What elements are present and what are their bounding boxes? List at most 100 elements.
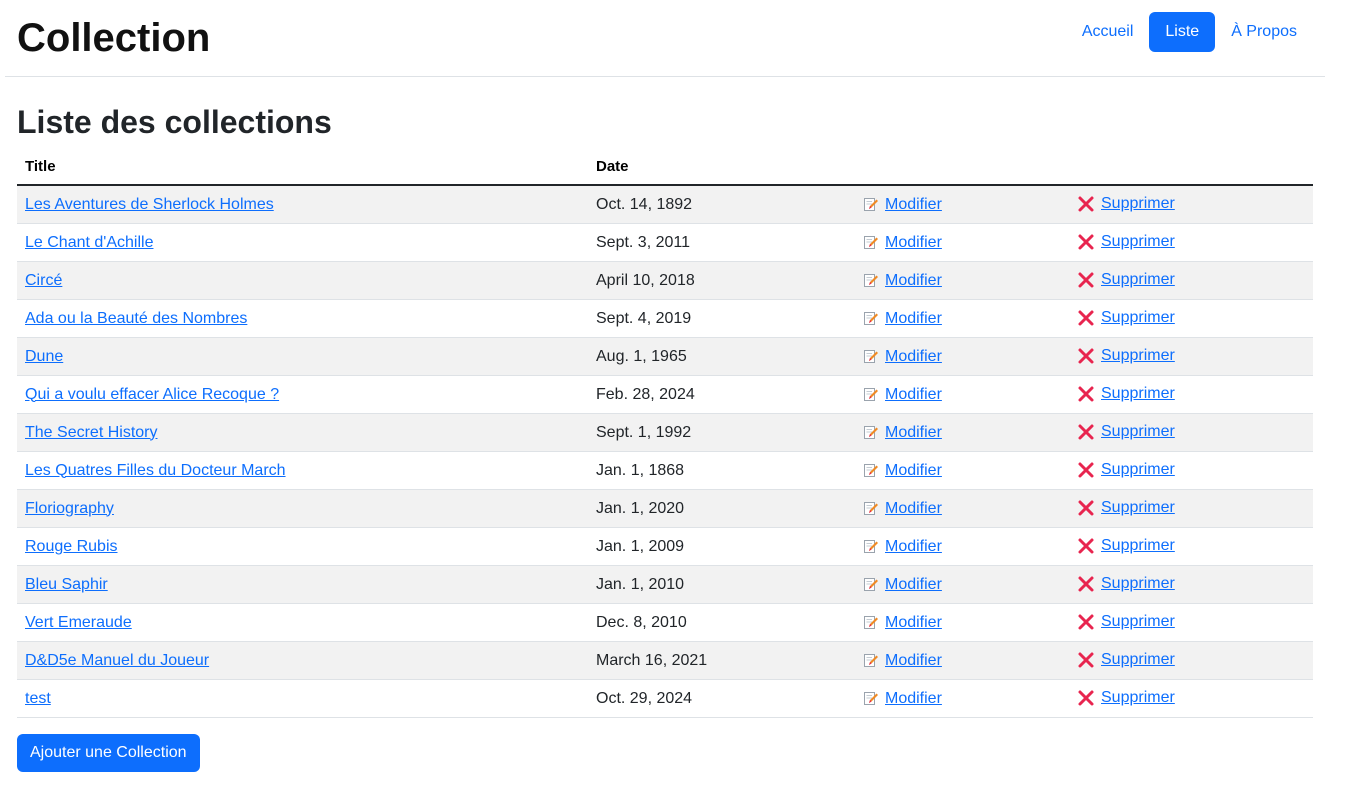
cell-edit: Modifier — [855, 413, 1069, 452]
nav-a-propos[interactable]: À Propos — [1215, 12, 1313, 52]
cell-delete: Supprimer — [1069, 451, 1313, 490]
modifier-link[interactable]: Modifier — [885, 614, 942, 632]
table-row: Le Chant d'Achille Sept. 3, 2011 Modifier S… — [17, 223, 1313, 262]
cell-delete: Supprimer — [1069, 413, 1313, 452]
pencil-edit-icon — [863, 462, 879, 480]
modifier-link[interactable]: Modifier — [885, 272, 942, 290]
column-header-delete — [1069, 148, 1313, 186]
supprimer-link[interactable]: Supprimer — [1101, 385, 1175, 403]
cell-title: Dune — [17, 337, 588, 376]
cell-edit: Modifier — [855, 489, 1069, 528]
pencil-edit-icon — [863, 538, 879, 556]
supprimer-link[interactable]: Supprimer — [1101, 233, 1175, 251]
modifier-link[interactable]: Modifier — [885, 196, 942, 214]
supprimer-link[interactable]: Supprimer — [1101, 347, 1175, 365]
table-row: The Secret History Sept. 1, 1992 Modifier S… — [17, 413, 1313, 452]
collection-title-link[interactable]: Dune — [25, 348, 63, 365]
supprimer-link[interactable]: Supprimer — [1101, 689, 1175, 707]
cell-date: April 10, 2018 — [588, 261, 855, 300]
modifier-link[interactable]: Modifier — [885, 234, 942, 252]
collection-title-link[interactable]: D&D5e Manuel du Joueur — [25, 652, 209, 669]
cell-date: Aug. 1, 1965 — [588, 337, 855, 376]
cell-title: test — [17, 679, 588, 718]
modifier-link[interactable]: Modifier — [885, 652, 942, 670]
modifier-link[interactable]: Modifier — [885, 690, 942, 708]
cell-title: Qui a voulu effacer Alice Recoque ? — [17, 375, 588, 414]
table-row: Vert Emeraude Dec. 8, 2010 Modifier Supprim… — [17, 603, 1313, 642]
red-cross-icon — [1077, 233, 1095, 251]
supprimer-link[interactable]: Supprimer — [1101, 195, 1175, 213]
cell-title: Floriography — [17, 489, 588, 528]
cell-delete: Supprimer — [1069, 489, 1313, 528]
cell-edit: Modifier — [855, 261, 1069, 300]
collection-title-link[interactable]: The Secret History — [25, 424, 157, 441]
modifier-link[interactable]: Modifier — [885, 348, 942, 366]
site-brand[interactable]: Collection — [17, 12, 210, 64]
cell-edit: Modifier — [855, 185, 1069, 224]
column-header-title: Title — [17, 148, 588, 186]
supprimer-link[interactable]: Supprimer — [1101, 309, 1175, 327]
red-cross-icon — [1077, 613, 1095, 631]
collection-title-link[interactable]: Ada ou la Beauté des Nombres — [25, 310, 247, 327]
modifier-link[interactable]: Modifier — [885, 500, 942, 518]
red-cross-icon — [1077, 271, 1095, 289]
collection-title-link[interactable]: Les Aventures de Sherlock Holmes — [25, 196, 274, 213]
cell-edit: Modifier — [855, 299, 1069, 338]
cell-edit: Modifier — [855, 565, 1069, 604]
cell-delete: Supprimer — [1069, 565, 1313, 604]
supprimer-link[interactable]: Supprimer — [1101, 271, 1175, 289]
site-header: Collection Accueil Liste À Propos — [5, 0, 1325, 77]
modifier-link[interactable]: Modifier — [885, 576, 942, 594]
cell-date: Sept. 3, 2011 — [588, 223, 855, 262]
cell-title: Les Aventures de Sherlock Holmes — [17, 185, 588, 224]
cell-edit: Modifier — [855, 603, 1069, 642]
page-title: Liste des collections — [17, 104, 332, 140]
cell-title: Ada ou la Beauté des Nombres — [17, 299, 588, 338]
collection-title-link[interactable]: Bleu Saphir — [25, 576, 108, 593]
pencil-edit-icon — [863, 272, 879, 290]
cell-date: Oct. 29, 2024 — [588, 679, 855, 718]
supprimer-link[interactable]: Supprimer — [1101, 613, 1175, 631]
modifier-link[interactable]: Modifier — [885, 462, 942, 480]
modifier-link[interactable]: Modifier — [885, 386, 942, 404]
table-row: Rouge Rubis Jan. 1, 2009 Modifier Supprimer — [17, 527, 1313, 566]
red-cross-icon — [1077, 499, 1095, 517]
collection-title-link[interactable]: Vert Emeraude — [25, 614, 132, 631]
table-row: Floriography Jan. 1, 2020 Modifier Supprime… — [17, 489, 1313, 528]
pencil-edit-icon — [863, 690, 879, 708]
supprimer-link[interactable]: Supprimer — [1101, 461, 1175, 479]
modifier-link[interactable]: Modifier — [885, 538, 942, 556]
cell-title: The Secret History — [17, 413, 588, 452]
red-cross-icon — [1077, 689, 1095, 707]
cell-edit: Modifier — [855, 527, 1069, 566]
table-body: Les Aventures de Sherlock Holmes Oct. 14,… — [17, 185, 1313, 718]
supprimer-link[interactable]: Supprimer — [1101, 651, 1175, 669]
cell-title: Le Chant d'Achille — [17, 223, 588, 262]
cell-title: Circé — [17, 261, 588, 300]
collection-title-link[interactable]: Qui a voulu effacer Alice Recoque ? — [25, 386, 279, 403]
nav-liste[interactable]: Liste — [1149, 12, 1216, 52]
red-cross-icon — [1077, 385, 1095, 403]
supprimer-link[interactable]: Supprimer — [1101, 499, 1175, 517]
collection-title-link[interactable]: test — [25, 690, 51, 707]
supprimer-link[interactable]: Supprimer — [1101, 575, 1175, 593]
collection-title-link[interactable]: Circé — [25, 272, 62, 289]
collection-title-link[interactable]: Les Quatres Filles du Docteur March — [25, 462, 286, 479]
red-cross-icon — [1077, 537, 1095, 555]
cell-date: March 16, 2021 — [588, 641, 855, 680]
red-cross-icon — [1077, 575, 1095, 593]
pencil-edit-icon — [863, 196, 879, 214]
nav-accueil[interactable]: Accueil — [1066, 12, 1150, 52]
modifier-link[interactable]: Modifier — [885, 310, 942, 328]
collection-title-link[interactable]: Rouge Rubis — [25, 538, 118, 555]
add-collection-button[interactable]: Ajouter une Collection — [17, 734, 200, 772]
red-cross-icon — [1077, 347, 1095, 365]
supprimer-link[interactable]: Supprimer — [1101, 423, 1175, 441]
modifier-link[interactable]: Modifier — [885, 424, 942, 442]
cell-date: Sept. 1, 1992 — [588, 413, 855, 452]
pencil-edit-icon — [863, 500, 879, 518]
collection-title-link[interactable]: Floriography — [25, 500, 114, 517]
collection-title-link[interactable]: Le Chant d'Achille — [25, 234, 153, 251]
supprimer-link[interactable]: Supprimer — [1101, 537, 1175, 555]
cell-delete: Supprimer — [1069, 641, 1313, 680]
